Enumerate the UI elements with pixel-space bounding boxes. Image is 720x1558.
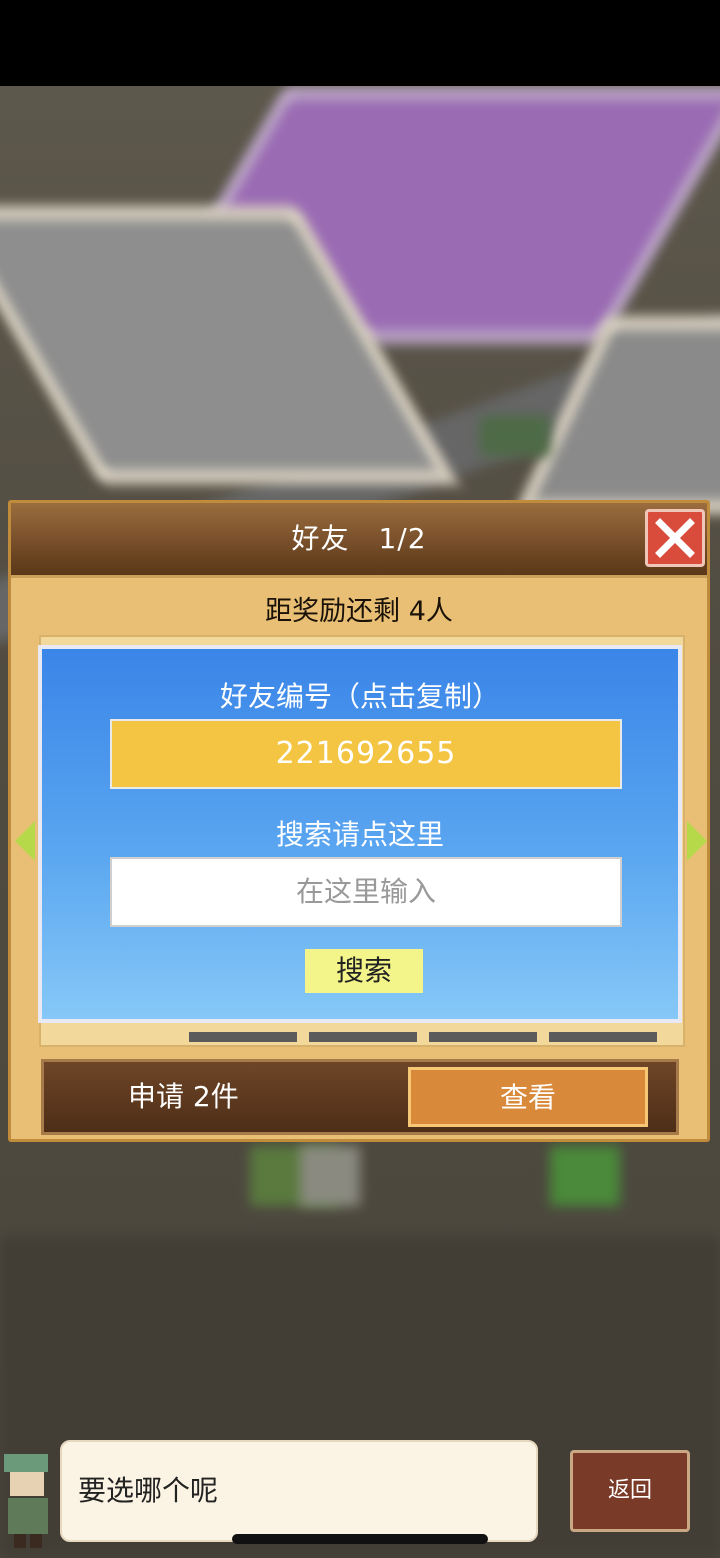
statue xyxy=(300,1146,360,1206)
grass-patch xyxy=(480,416,550,456)
request-count: 申请 2件 xyxy=(128,1080,239,1113)
dialog-title: 好友 1/2 xyxy=(291,522,427,555)
search-input[interactable]: 在这里输入 xyxy=(110,857,622,927)
speech-text: 要选哪个呢 xyxy=(78,1474,219,1507)
tree xyxy=(550,1146,620,1206)
speech-bubble: 要选哪个呢 xyxy=(60,1440,538,1542)
close-button[interactable] xyxy=(645,509,705,567)
home-indicator[interactable] xyxy=(232,1534,488,1544)
back-button[interactable]: 返回 xyxy=(570,1450,690,1532)
friend-id-label: 好友编号（点击复制） xyxy=(219,680,500,713)
search-button[interactable]: 搜索 xyxy=(305,949,423,993)
dialog-header: 好友 1/2 xyxy=(11,503,707,578)
view-requests-button[interactable]: 查看 xyxy=(408,1067,648,1127)
character-avatar xyxy=(0,1440,60,1550)
friend-slot[interactable] xyxy=(549,1032,657,1042)
reward-remaining-text: 距奖励还剩 4人 xyxy=(265,596,453,627)
arrow-left-icon[interactable] xyxy=(15,821,35,861)
status-bar xyxy=(0,0,720,86)
search-label: 搜索请点这里 xyxy=(275,818,444,851)
arrow-right-icon[interactable] xyxy=(687,821,707,861)
friend-id-popup: 好友编号（点击复制） 221692655 搜索请点这里 在这里输入 搜索 xyxy=(38,645,682,1023)
friend-slot[interactable] xyxy=(309,1032,417,1042)
friend-slot[interactable] xyxy=(189,1032,297,1042)
friend-id-copy-box[interactable]: 221692655 xyxy=(110,719,622,789)
friend-slot[interactable] xyxy=(429,1032,537,1042)
close-icon xyxy=(655,518,695,558)
request-bar: 申请 2件 查看 xyxy=(41,1059,679,1135)
